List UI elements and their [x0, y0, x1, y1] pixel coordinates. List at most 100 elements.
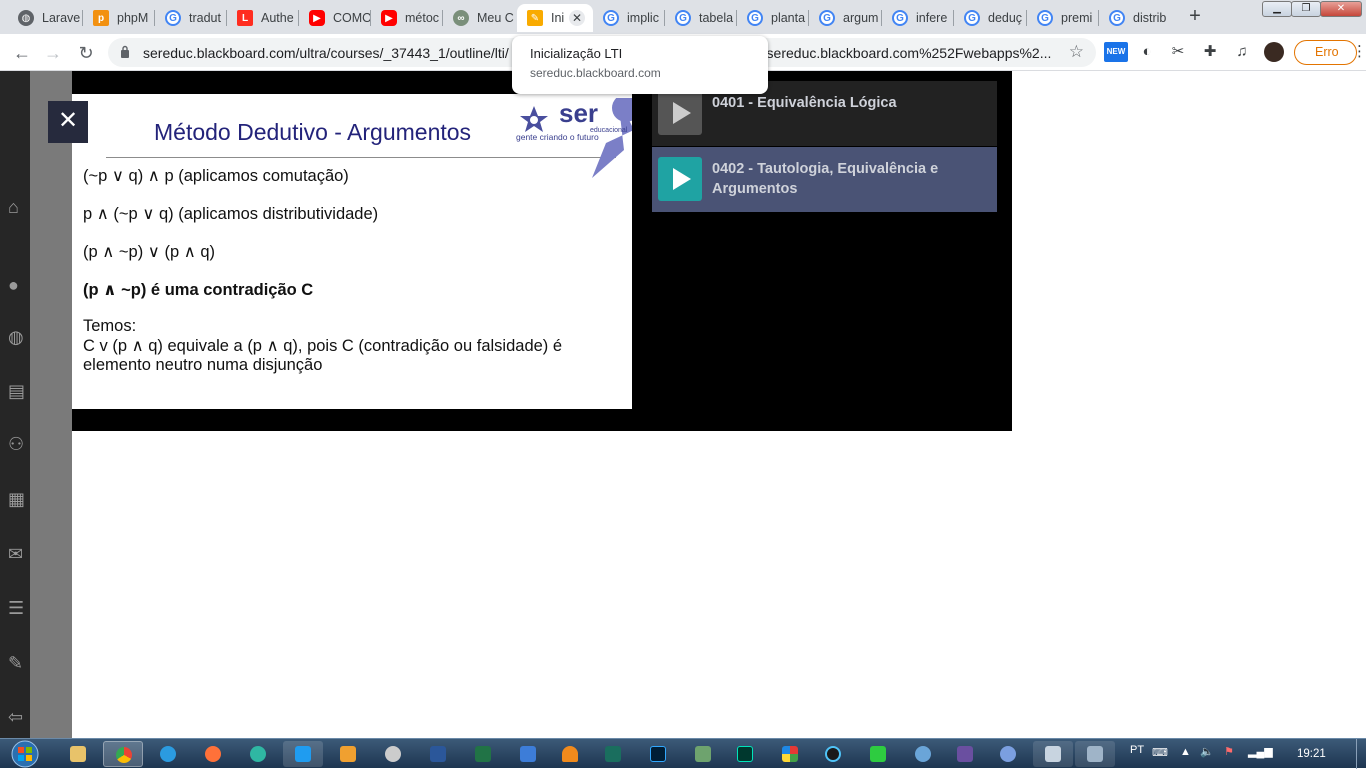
close-window-button[interactable]: ✕ [1320, 1, 1362, 17]
new-extension-icon[interactable]: NEW [1104, 42, 1128, 62]
groups-icon[interactable]: ⚇ [8, 434, 30, 456]
browser-tab[interactable]: G tradut [155, 4, 227, 32]
calculator-icon[interactable] [1033, 741, 1073, 767]
photoshop-icon[interactable] [638, 741, 678, 767]
window-icon[interactable] [1075, 741, 1115, 767]
winamp-icon[interactable] [373, 741, 413, 767]
tools-icon[interactable]: ✎ [8, 653, 30, 675]
forward-button[interactable]: → [40, 40, 66, 66]
volume-icon[interactable]: 🔈 [1200, 745, 1214, 758]
browser-tab[interactable]: L Authe [227, 4, 299, 32]
puzzle-icon[interactable] [508, 741, 548, 767]
taskbar: PT ⌨ ▲ 🔈 ⚑ ▂▄▆ 19:21 [0, 738, 1366, 769]
audition-icon[interactable] [725, 741, 765, 767]
error-button[interactable]: Erro [1294, 40, 1357, 65]
maximize-button[interactable]: ❐ [1291, 1, 1321, 17]
notepad-icon[interactable] [858, 741, 898, 767]
flag-icon[interactable]: ⚑ [1224, 745, 1234, 758]
tab-tooltip: Inicialização LTI sereduc.blackboard.com [512, 36, 768, 94]
sign-out-icon[interactable]: ⇦ [8, 707, 30, 729]
messages-icon[interactable]: ✉ [8, 544, 30, 566]
slide-line: Temos: [83, 317, 137, 335]
menu-icon[interactable]: ⋮ [1352, 42, 1366, 62]
terminal-icon[interactable] [593, 741, 633, 767]
google-icon: G [165, 10, 181, 26]
vscode-icon[interactable] [283, 741, 323, 767]
dark-mode-icon[interactable]: ◐ [1137, 42, 1157, 62]
browser-tab[interactable]: G planta [737, 4, 809, 32]
slide-line: (p ∧ ~p) ∨ (p ∧ q) [83, 243, 216, 261]
cortana-icon[interactable] [813, 741, 853, 767]
settings-icon[interactable] [945, 741, 985, 767]
extension-icon[interactable]: ✂ [1168, 42, 1188, 62]
calendar-icon[interactable]: ▦ [8, 489, 30, 511]
institution-icon[interactable]: ⌂ [8, 197, 30, 219]
browser-tab[interactable]: G argum [809, 4, 882, 32]
browser-tab[interactable]: G premi [1027, 4, 1099, 32]
keyboard-icon[interactable]: ⌨ [1152, 746, 1168, 759]
svg-text:gente criando o futuro: gente criando o futuro [516, 132, 599, 142]
profile-icon[interactable]: ● [8, 275, 30, 297]
tab-label: premi [1061, 11, 1093, 25]
browser-tab[interactable]: G implic [593, 4, 665, 32]
tray-arrow-icon[interactable]: ▲ [1180, 746, 1191, 758]
excel-icon[interactable] [463, 741, 503, 767]
tab-label: phpM [117, 11, 149, 25]
browser-tab-active[interactable]: ✎ Ini ✕ [517, 4, 593, 32]
vlc-icon[interactable] [550, 741, 590, 767]
play-thumbnail-icon [658, 157, 702, 201]
edge-icon[interactable] [238, 741, 278, 767]
chat-icon[interactable] [988, 741, 1028, 767]
firefox-icon[interactable] [193, 741, 233, 767]
browser-tab[interactable]: ∞ Meu C [443, 4, 515, 32]
reload-button[interactable]: ↻ [73, 40, 99, 66]
play-thumbnail-icon [658, 91, 702, 135]
close-overlay-button[interactable]: ✕ [48, 101, 88, 143]
tab-label: Meu C [477, 11, 514, 25]
windows-start-icon[interactable] [8, 739, 42, 769]
browser-tab[interactable]: ▶ métoc [371, 4, 443, 32]
clock[interactable]: 19:21 [1297, 748, 1326, 760]
avatar[interactable] [1264, 42, 1284, 62]
tab-label: argum [843, 11, 879, 25]
show-desktop-button[interactable] [1356, 739, 1366, 769]
browser-tab[interactable]: p phpM [83, 4, 155, 32]
new-tab-button[interactable]: + [1181, 5, 1209, 29]
youtube-icon: ▶ [309, 10, 325, 26]
grades-icon[interactable]: ☰ [8, 598, 30, 620]
playlist-item-active[interactable]: 0402 - Tautologia, Equivalência e Argume… [652, 147, 997, 212]
youtube-icon: ▶ [381, 10, 397, 26]
network-icon[interactable] [903, 741, 943, 767]
word-icon[interactable] [418, 741, 458, 767]
bookmark-star-icon[interactable]: ☆ [1069, 42, 1084, 62]
back-button[interactable]: ← [9, 40, 35, 66]
browser-tab[interactable]: G deduç [954, 4, 1027, 32]
courses-icon[interactable]: ▤ [8, 381, 30, 403]
language-indicator[interactable]: PT [1130, 744, 1144, 756]
close-tab-icon[interactable]: ✕ [569, 10, 585, 26]
browser-tab[interactable]: G infere [882, 4, 954, 32]
browser-tab[interactable]: ◍ Larave [8, 4, 83, 32]
chrome-icon[interactable] [103, 741, 143, 767]
puzzle-icon[interactable]: ✚ [1200, 42, 1220, 62]
tab-label: Ini [551, 11, 565, 25]
paint-icon[interactable] [770, 741, 810, 767]
slide-line: (~p ∨ q) ∧ p (aplicamos comutação) [83, 167, 349, 185]
browser-tab[interactable]: G distrib [1099, 4, 1171, 32]
ie-icon[interactable] [148, 741, 188, 767]
browser-tab[interactable]: G tabela [665, 4, 737, 32]
folder-icon[interactable] [683, 741, 723, 767]
tab-label: COMO [333, 11, 371, 25]
media-control-icon[interactable]: ♫ [1232, 42, 1252, 62]
minimize-button[interactable]: ▁ [1262, 1, 1292, 17]
url-text-end: Fsereduc.blackboard.com%252Fwebapps%2... [758, 45, 1052, 61]
globe-icon[interactable]: ◍ [8, 327, 30, 349]
tab-label: infere [916, 11, 948, 25]
explorer-icon[interactable] [58, 741, 98, 767]
signal-icon[interactable]: ▂▄▆ [1248, 745, 1273, 758]
error-label: Erro [1315, 45, 1339, 59]
slide-line: C v (p ∧ q) equivale a (p ∧ q), pois C (… [83, 337, 563, 355]
media-icon[interactable] [328, 741, 368, 767]
tab-label: tradut [189, 11, 221, 25]
browser-tab[interactable]: ▶ COMO [299, 4, 371, 32]
